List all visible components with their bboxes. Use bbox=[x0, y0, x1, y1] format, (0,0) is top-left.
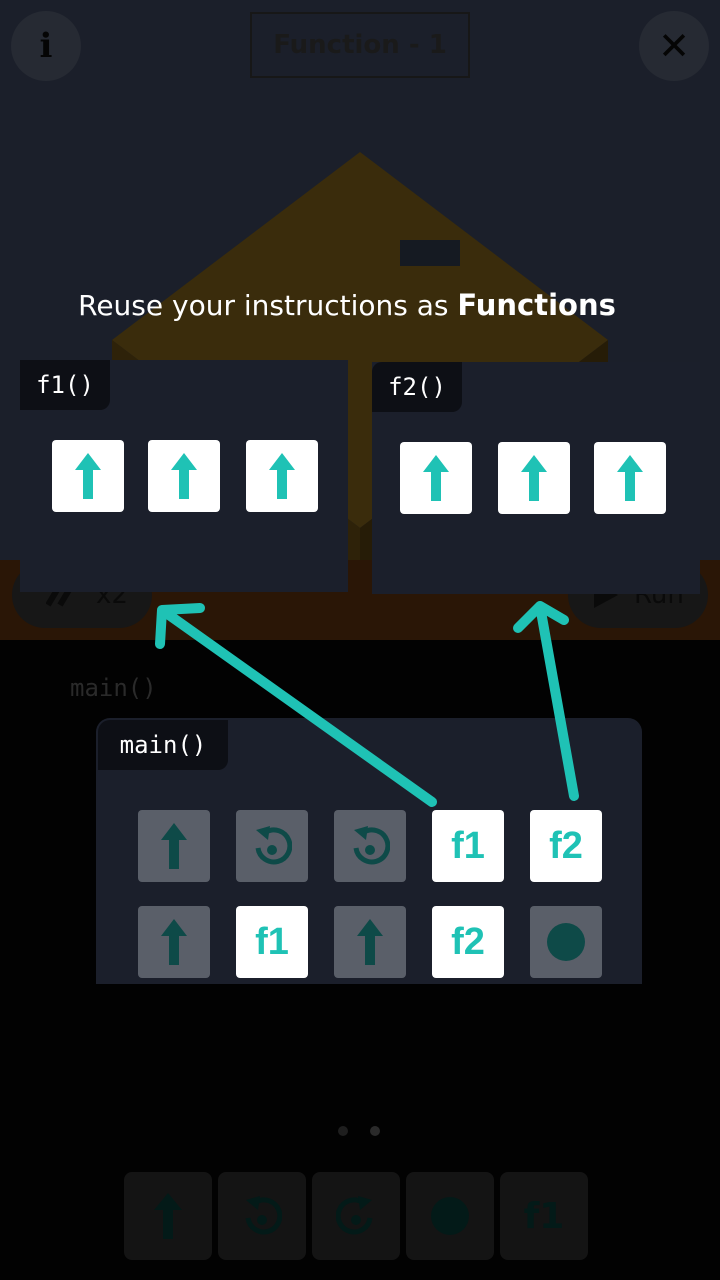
f1-forward-tile[interactable] bbox=[246, 440, 318, 512]
forward-arrow-icon bbox=[171, 453, 197, 499]
f2-call-label: f2 bbox=[549, 824, 583, 867]
function-f1-panel: f1() bbox=[20, 360, 348, 592]
f2-forward-tile[interactable] bbox=[498, 442, 570, 514]
forward-arrow-icon bbox=[75, 453, 101, 499]
function-f2-panel: f2() bbox=[372, 362, 700, 594]
palette-action-tile[interactable] bbox=[406, 1172, 494, 1260]
f1-call-label: f1 bbox=[451, 824, 485, 867]
f2-forward-tile[interactable] bbox=[400, 442, 472, 514]
f1-forward-tile[interactable] bbox=[52, 440, 124, 512]
f1-call-label: f1 bbox=[255, 920, 289, 963]
f1-forward-tile[interactable] bbox=[148, 440, 220, 512]
palette-f1-label: f1 bbox=[523, 1195, 565, 1237]
main-function-panel: main() f1 f2 f1 f2 bbox=[96, 718, 642, 984]
main-forward-tile[interactable] bbox=[138, 810, 210, 882]
turn-right-icon bbox=[336, 1196, 373, 1235]
close-button[interactable]: ✕ bbox=[639, 11, 709, 81]
action-dot-icon bbox=[547, 923, 585, 961]
palette-turn-right-tile[interactable] bbox=[312, 1172, 400, 1260]
info-icon: i bbox=[39, 26, 53, 66]
main-forward-tile[interactable] bbox=[334, 906, 406, 978]
headline-text: Reuse your instructions as bbox=[78, 289, 458, 322]
function-f2-tag: f2() bbox=[372, 362, 462, 412]
level-title: Function - 1 bbox=[250, 12, 470, 78]
forward-arrow-icon bbox=[161, 919, 187, 965]
forward-arrow-icon bbox=[617, 455, 643, 501]
page-dot bbox=[338, 1126, 348, 1136]
instruction-palette: f1 bbox=[124, 1172, 588, 1260]
info-button[interactable]: i bbox=[11, 11, 81, 81]
main-turn-left-tile[interactable] bbox=[334, 810, 406, 882]
main-f2-call-tile[interactable]: f2 bbox=[432, 906, 504, 978]
turn-left-icon bbox=[353, 826, 390, 865]
palette-f1-tile[interactable]: f1 bbox=[500, 1172, 588, 1260]
forward-arrow-icon bbox=[521, 455, 547, 501]
palette-forward-tile[interactable] bbox=[124, 1172, 212, 1260]
close-icon: ✕ bbox=[658, 24, 690, 68]
main-sequence-label: main() bbox=[70, 674, 157, 702]
page-indicator bbox=[338, 1126, 380, 1136]
main-turn-left-tile[interactable] bbox=[236, 810, 308, 882]
headline-emphasis: Functions bbox=[457, 288, 616, 322]
f2-forward-tile[interactable] bbox=[594, 442, 666, 514]
main-f1-call-tile[interactable]: f1 bbox=[432, 810, 504, 882]
main-function-tag: main() bbox=[98, 720, 228, 770]
turn-left-icon bbox=[245, 1196, 282, 1235]
main-f2-call-tile[interactable]: f2 bbox=[530, 810, 602, 882]
f2-call-label: f2 bbox=[451, 920, 485, 963]
page-dot bbox=[370, 1126, 380, 1136]
palette-turn-left-tile[interactable] bbox=[218, 1172, 306, 1260]
forward-arrow-icon bbox=[269, 453, 295, 499]
turn-left-icon bbox=[255, 826, 292, 865]
forward-arrow-icon bbox=[154, 1193, 182, 1239]
function-f1-tag: f1() bbox=[20, 360, 110, 410]
action-dot-icon bbox=[431, 1197, 469, 1235]
main-f1-call-tile[interactable]: f1 bbox=[236, 906, 308, 978]
forward-arrow-icon bbox=[161, 823, 187, 869]
main-action-tile[interactable] bbox=[530, 906, 602, 978]
main-forward-tile[interactable] bbox=[138, 906, 210, 978]
tutorial-headline: Reuse your instructions as Functions bbox=[0, 288, 694, 322]
forward-arrow-icon bbox=[423, 455, 449, 501]
forward-arrow-icon bbox=[357, 919, 383, 965]
